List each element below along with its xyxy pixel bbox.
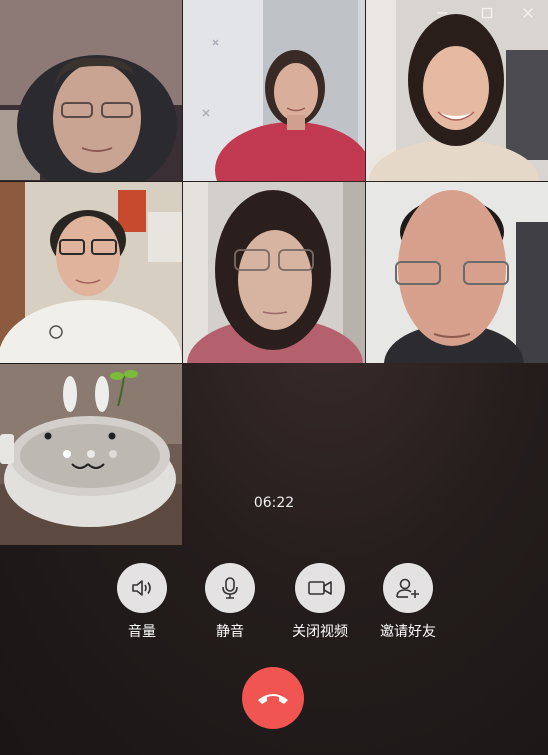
volume-control[interactable]: 音量 bbox=[102, 563, 182, 641]
mute-label: 静音 bbox=[216, 624, 244, 640]
video-off-control[interactable]: 关闭视频 bbox=[280, 563, 360, 641]
camera-icon bbox=[308, 581, 332, 595]
mute-button[interactable] bbox=[205, 563, 255, 613]
participant-video-1[interactable] bbox=[0, 0, 182, 181]
participant-video-5[interactable] bbox=[183, 182, 365, 363]
invite-control[interactable]: 邀请好友 bbox=[368, 563, 448, 641]
phone-hangup-icon bbox=[258, 694, 288, 704]
loading-dot bbox=[109, 450, 117, 458]
microphone-icon bbox=[222, 577, 238, 599]
participant-6-feed bbox=[366, 182, 548, 363]
participant-5-feed bbox=[183, 182, 365, 363]
hangup-button[interactable] bbox=[242, 667, 304, 729]
participant-1-feed bbox=[0, 0, 182, 181]
minimize-icon[interactable] bbox=[431, 6, 453, 26]
loading-dot bbox=[63, 450, 71, 458]
participant-2-feed bbox=[183, 0, 365, 181]
video-call-window: 06:22 音量 静音 关闭视频 邀请好友 bbox=[0, 0, 548, 755]
invite-button[interactable] bbox=[383, 563, 433, 613]
participant-video-4[interactable] bbox=[0, 182, 182, 363]
speaker-icon bbox=[132, 580, 151, 596]
add-user-icon bbox=[396, 578, 419, 598]
participant-video-2[interactable] bbox=[183, 0, 365, 181]
loading-dot bbox=[87, 450, 95, 458]
participant-4-feed bbox=[0, 182, 182, 363]
participant-3-feed bbox=[366, 0, 548, 181]
video-off-label: 关闭视频 bbox=[292, 624, 348, 640]
invite-label: 邀请好友 bbox=[380, 624, 436, 640]
close-icon[interactable] bbox=[517, 6, 539, 26]
mute-control[interactable]: 静音 bbox=[190, 563, 270, 641]
volume-button[interactable] bbox=[117, 563, 167, 613]
volume-label: 音量 bbox=[128, 624, 156, 640]
participant-video-6[interactable] bbox=[366, 182, 548, 363]
participant-video-3[interactable] bbox=[366, 0, 548, 181]
call-duration: 06:22 bbox=[253, 495, 295, 511]
video-off-button[interactable] bbox=[295, 563, 345, 613]
maximize-icon[interactable] bbox=[476, 6, 498, 26]
participant-video-7[interactable] bbox=[0, 364, 182, 545]
